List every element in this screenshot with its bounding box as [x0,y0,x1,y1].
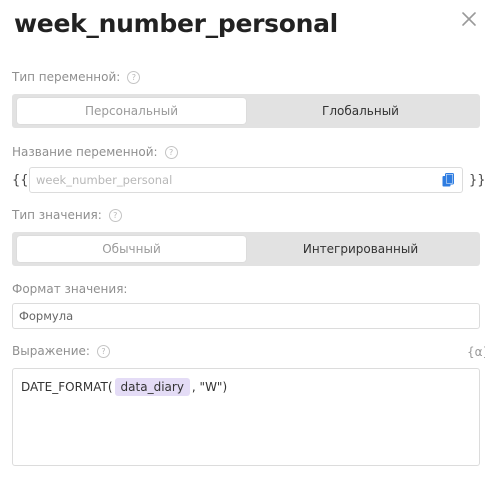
close-icon[interactable] [458,8,480,30]
expression-content: DATE_FORMAT( data_diary , "W") [21,378,227,396]
variable-type-switch: Персональный Глобальный [12,94,480,128]
expression-variable-chip[interactable]: data_diary [114,378,190,396]
dialog-title: week_number_personal [14,9,338,38]
help-icon[interactable]: ? [96,344,110,358]
variable-name-label-text: Название переменной: [12,145,158,159]
variable-type-personal-option[interactable]: Персональный [17,98,246,124]
help-icon[interactable]: ? [164,145,178,159]
help-icon[interactable]: ? [108,208,122,222]
formula-icon[interactable]: {α} [467,345,485,359]
expression-editor[interactable]: DATE_FORMAT( data_diary , "W") [12,368,480,466]
value-format-input[interactable] [13,304,479,328]
variable-dialog: week_number_personal Тип переменной: ? П… [0,0,493,482]
expression-label-text: Выражение: [12,344,90,358]
value-type-regular-option[interactable]: Обычный [17,236,246,262]
value-type-label: Тип значения: ? [12,207,122,223]
value-format-label: Формат значения: [12,281,127,297]
value-type-switch: Обычный Интегрированный [12,232,480,266]
close-brace: }} [469,173,486,188]
variable-type-label: Тип переменной: ? [12,69,141,85]
value-format-field[interactable] [12,303,480,329]
value-type-label-text: Тип значения: [12,208,102,222]
expression-prefix: DATE_FORMAT( [21,380,113,394]
variable-type-global-option[interactable]: Глобальный [246,98,475,124]
value-format-label-text: Формат значения: [12,282,128,296]
value-type-integrated-option[interactable]: Интегрированный [246,236,475,262]
help-icon[interactable]: ? [127,70,141,84]
variable-name-input[interactable] [30,168,462,192]
copy-icon[interactable] [442,173,454,187]
variable-name-label: Название переменной: ? [12,144,178,160]
variable-type-label-text: Тип переменной: [12,70,121,84]
open-brace: {{ [12,173,29,188]
expression-suffix: , "W") [191,380,228,394]
variable-name-field[interactable] [29,167,463,193]
expression-label: Выражение: ? [12,343,110,359]
